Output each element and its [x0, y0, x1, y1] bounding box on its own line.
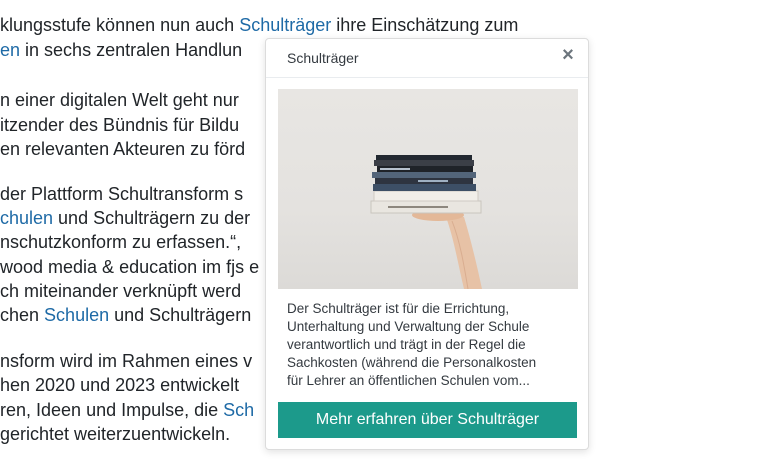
article-line: nsform wird im Rahmen eines v: [0, 349, 252, 373]
article-text: wood media & education im fjs e: [0, 257, 260, 277]
article-text: nsform wird im Rahmen eines v: [0, 351, 253, 371]
description-line: für Lehrer an öffentlichen Schulen vom..…: [287, 373, 530, 388]
article-text: ch miteinander verknüpft werd: [0, 281, 242, 301]
glossary-link[interactable]: Schulträger: [239, 15, 331, 35]
description-line: verantwortlich und trägt in der Regel di…: [287, 337, 526, 352]
article-text: der Plattform Schultransform s: [0, 184, 244, 204]
glossary-link[interactable]: Schulen: [44, 305, 109, 325]
glossary-popover: Schulträger × Der Schulträger ist für di…: [265, 38, 589, 450]
article-line: ch miteinander verknüpft werd: [0, 279, 241, 303]
article-line: klungsstufe können nun auch Schulträger …: [0, 13, 518, 37]
article-line: en relevanten Akteuren zu förd: [0, 137, 245, 161]
article-text: und Schulträgern zu der: [53, 208, 251, 228]
popover-description: Der Schulträger ist für die Errichtung, …: [287, 300, 569, 390]
books-in-hand-image: [278, 89, 578, 289]
article-text: in sechs zentralen Handlun: [20, 40, 243, 60]
article-line: chen Schulen und Schulträgern: [0, 303, 251, 327]
article-line: chulen und Schulträgern zu der: [0, 206, 250, 230]
article-line: wood media & education im fjs e: [0, 255, 259, 279]
description-line: Sachkosten (während die Personalkosten: [287, 355, 537, 370]
article-line: n einer digitalen Welt geht nur: [0, 88, 239, 112]
glossary-link[interactable]: en: [0, 40, 20, 60]
article-line: en in sechs zentralen Handlun: [0, 38, 242, 62]
article-line: gerichtet weiterzuentwickeln.: [0, 422, 230, 446]
more-info-button[interactable]: Mehr erfahren über Schulträger: [278, 402, 577, 438]
popover-header: Schulträger ×: [266, 39, 588, 78]
description-line: Unterhaltung und Verwaltung der Schule: [287, 319, 530, 334]
article-text: en relevanten Akteuren zu förd: [0, 139, 246, 159]
article-text: hen 2020 und 2023 entwickelt: [0, 375, 240, 395]
article-text: chen: [0, 305, 45, 325]
glossary-link[interactable]: Sch: [223, 400, 254, 420]
glossary-link[interactable]: chulen: [0, 208, 53, 228]
close-icon[interactable]: ×: [558, 45, 578, 65]
article-text: klungsstufe können nun auch: [0, 15, 240, 35]
article-text: nschutzkonform zu erfassen.“,: [0, 232, 242, 252]
popover-title: Schulträger: [287, 50, 359, 66]
article-line: nschutzkonform zu erfassen.“,: [0, 230, 241, 254]
article-text: gerichtet weiterzuentwickeln.: [0, 424, 231, 444]
article-text: itzender des Bündnis für Bildu: [0, 115, 240, 135]
article-line: ren, Ideen und Impulse, die Sch: [0, 398, 254, 422]
books-illustration: [370, 155, 482, 289]
article-line: hen 2020 und 2023 entwickelt: [0, 373, 239, 397]
article-text: und Schulträgern: [109, 305, 252, 325]
description-line: Der Schulträger ist für die Errichtung,: [287, 301, 510, 316]
article-line: der Plattform Schultransform s: [0, 182, 243, 206]
article-text: ren, Ideen und Impulse, die: [0, 400, 224, 420]
article-text: ihre Einschätzung zum: [331, 15, 519, 35]
article-line: itzender des Bündnis für Bildu: [0, 113, 239, 137]
article-text: n einer digitalen Welt geht nur: [0, 90, 239, 110]
